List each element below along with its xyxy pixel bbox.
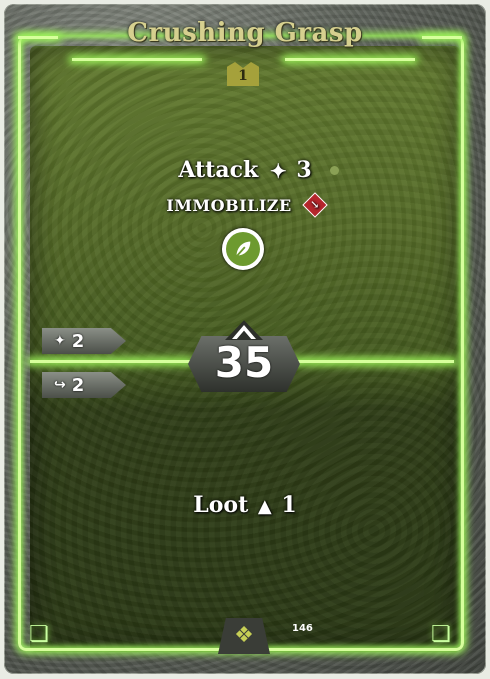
corner-ornament-icon: ❏ bbox=[29, 622, 49, 647]
condition-label: IMMOBILIZE bbox=[166, 196, 292, 215]
attack-label: Attack bbox=[178, 157, 259, 183]
move-icon: ↪ bbox=[54, 377, 66, 393]
immobilize-line: IMMOBILIZE ↘ bbox=[0, 191, 490, 218]
side-tab-value: 2 bbox=[71, 374, 85, 396]
side-tab-attack: ✦ 2 bbox=[42, 328, 126, 354]
card-title: Crushing Grasp bbox=[127, 18, 363, 48]
glow-accent bbox=[285, 58, 415, 61]
attack-value: 3 bbox=[296, 157, 312, 183]
side-tab-move: ↪ 2 bbox=[42, 372, 126, 398]
card-number: 146 bbox=[292, 623, 313, 634]
attack-icon: ✦ bbox=[54, 333, 66, 349]
loot-line: Loot ▲ 1 bbox=[0, 492, 490, 518]
immobilize-icon: ↘ bbox=[302, 191, 328, 218]
attack-line: Attack ✦ 3 bbox=[0, 157, 490, 183]
level-value: 1 bbox=[238, 68, 248, 84]
loot-label: Loot bbox=[193, 492, 249, 518]
glow-accent bbox=[72, 58, 202, 61]
attack-icon: ✦ bbox=[269, 159, 287, 183]
side-tab-value: 2 bbox=[71, 330, 85, 352]
class-icon: ❖ bbox=[234, 623, 254, 648]
divider-line bbox=[30, 360, 190, 363]
corner-ornament-icon: ❏ bbox=[431, 622, 451, 647]
loot-icon: ▲ bbox=[257, 495, 272, 517]
initiative-value: 35 bbox=[214, 338, 274, 387]
divider-line bbox=[292, 360, 454, 363]
bullet-dot bbox=[330, 166, 339, 175]
loot-value: 1 bbox=[281, 492, 297, 518]
earth-leaf-icon bbox=[222, 228, 264, 270]
